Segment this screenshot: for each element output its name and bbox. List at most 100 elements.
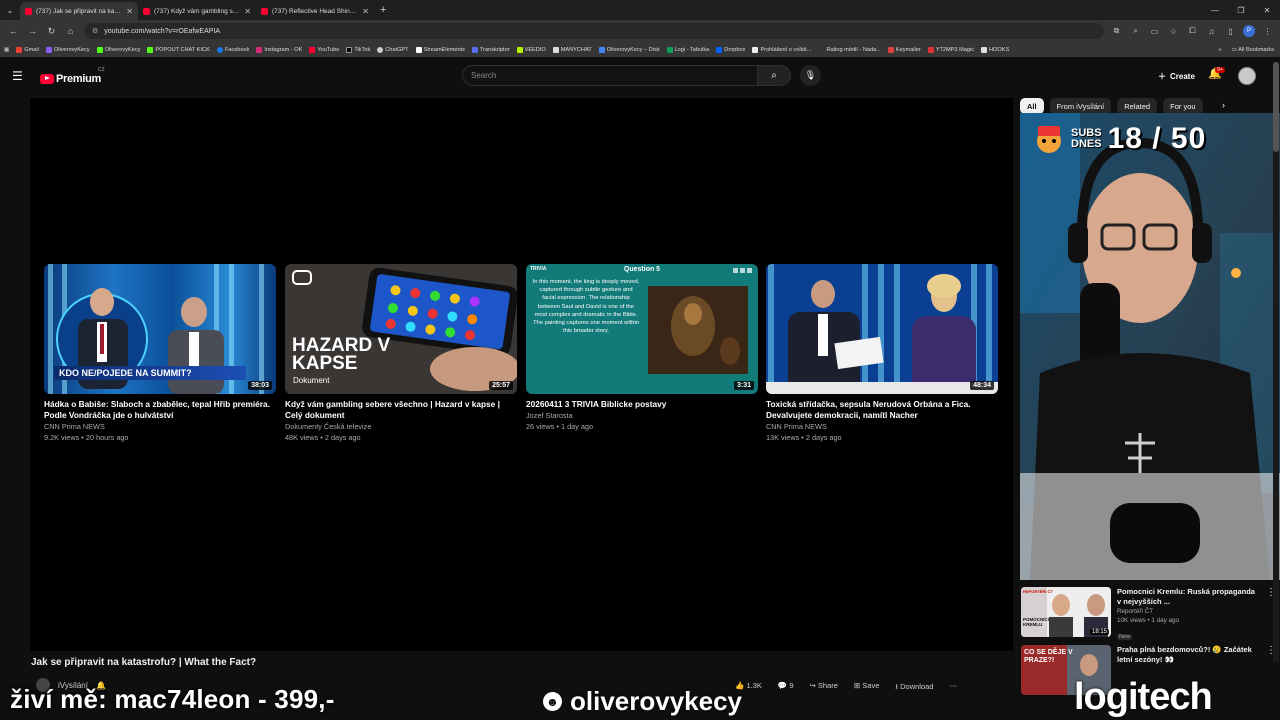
bookmark-item[interactable]: Rating médií - Nada... (818, 46, 881, 53)
youtube-premium-logo[interactable]: Premium (40, 70, 101, 88)
chip-from-channel[interactable]: From iVysílání (1049, 98, 1112, 114)
endscreen-video-card[interactable]: TRIVIA Question 5 In this moment, the ki… (526, 264, 758, 432)
chip-related[interactable]: Related (1117, 98, 1158, 114)
create-button[interactable]: ＋ Create (1150, 66, 1203, 86)
save-button[interactable]: ⊞ Save (854, 681, 880, 694)
comments-button[interactable]: 💬 9 (778, 681, 794, 694)
bookmark-item[interactable]: Logi - Tabulka (666, 46, 709, 53)
video-thumbnail[interactable]: 48:34 (766, 264, 998, 394)
sidebar-video-thumbnail[interactable]: REPORTÉŘI ČT POMOCNÍCI KREMLU 18:15 (1021, 587, 1111, 637)
sidebar-video-title[interactable]: Praha plná bezdomovců?! 😢 Začátek letní … (1117, 645, 1260, 665)
video-title[interactable]: Hádka o Babiše: Slaboch a zbabělec, tepa… (44, 399, 276, 421)
media-icon[interactable]: ♫ (1203, 23, 1220, 40)
search-input[interactable]: Search (462, 65, 758, 86)
webcam-overlay (1020, 113, 1280, 580)
more-actions-icon[interactable]: ⋯ (949, 681, 957, 694)
minimize-icon[interactable]: — (1202, 0, 1228, 20)
reload-icon[interactable]: ↻ (42, 21, 61, 41)
logo-text: Premium (56, 72, 101, 85)
channel-name[interactable]: Dokumenty Česká televize (285, 421, 517, 432)
bookmark-item[interactable]: Instagram - OK (256, 46, 302, 53)
account-avatar[interactable] (1238, 67, 1256, 85)
tab-3[interactable]: (737) Reflective Head Shines Li ✕ (256, 2, 374, 20)
bookmark-item[interactable]: Dropbox (716, 46, 745, 53)
bookmark-star-icon[interactable]: ☆ (1165, 23, 1182, 40)
bookmark-item[interactable]: OliverovyKecy (96, 46, 140, 53)
yt2mp3-icon (927, 46, 934, 53)
channel-name[interactable]: CNN Prima NEWS (766, 421, 998, 432)
apps-icon[interactable]: ▦ (4, 47, 9, 53)
tab-search-icon[interactable]: ⌄ (0, 0, 20, 20)
address-bar[interactable]: ⚙ youtube.com/watch?v=rOEafwEAPIA (84, 23, 1104, 39)
chip-for-you[interactable]: For you (1163, 98, 1203, 114)
maximize-icon[interactable]: ❐ (1228, 0, 1254, 20)
transkriptor-icon (471, 46, 478, 53)
hamburger-menu-icon[interactable]: ☰ (12, 69, 23, 83)
bookmark-item[interactable]: Gmail (16, 46, 39, 53)
video-thumbnail[interactable]: TRIVIA Question 5 In this moment, the ki… (526, 264, 758, 394)
voice-search-button[interactable]: 🎙 (800, 65, 821, 86)
video-player[interactable]: KDO NE/POJEDE NA SUMMIT? 38:03 Hádka o B… (30, 98, 1013, 651)
menu-kebab-icon[interactable]: ⋮ (1259, 23, 1276, 40)
cast-icon[interactable]: ▭ (1146, 23, 1163, 40)
video-meta: 10K views • 1 day ago (1117, 617, 1180, 624)
endscreen-video-card[interactable]: KDO NE/POJEDE NA SUMMIT? 38:03 Hádka o B… (44, 264, 276, 443)
channel-name[interactable]: CNN Prima NEWS (44, 421, 276, 432)
more-bookmarks-icon[interactable]: » (1219, 47, 1222, 53)
tab-2[interactable]: (737) Když vám gambling sebe ✕ (138, 2, 256, 20)
bookmark-item[interactable]: MANYCHAT (552, 46, 592, 53)
profile-avatar[interactable]: P (1243, 24, 1255, 37)
video-title[interactable]: 20260411 3 TRIVIA Biblicke postavy (526, 399, 758, 410)
bookmark-item[interactable]: OliverovyKecy – Disk (598, 46, 660, 53)
close-tab-icon[interactable]: ✕ (244, 7, 251, 16)
video-title[interactable]: Když vám gambling sebere všechno | Hazar… (285, 399, 517, 421)
tab-1[interactable]: (737) Jak se připravit na katastr ✕ (20, 2, 138, 20)
video-title[interactable]: Toxická střídačka, sepsula Nerudová Orbá… (766, 399, 998, 421)
bookmark-item[interactable]: VEEDIO (516, 46, 546, 53)
new-tab-icon[interactable]: + (380, 4, 386, 16)
bookmark-item[interactable]: YouTube (309, 46, 339, 53)
video-thumbnail[interactable]: HAZARD V KAPSE Dokument 25:57 (285, 264, 517, 394)
tab-title: (737) Reflective Head Shines Li (272, 7, 359, 15)
bookmark-item[interactable]: POPOUT CHAT KICK (147, 46, 210, 53)
bookmark-item[interactable]: Prohlášení o volbě... (752, 46, 811, 53)
bookmark-item[interactable]: ChatGPT (377, 46, 409, 53)
close-window-icon[interactable]: ✕ (1254, 0, 1280, 20)
bookmark-item[interactable]: TikTok (346, 46, 370, 53)
chevron-right-icon[interactable]: › (1222, 100, 1225, 110)
close-tab-icon[interactable]: ✕ (126, 7, 133, 16)
zoom-icon[interactable]: ⌕ (1127, 23, 1144, 40)
share-button[interactable]: ↪ Share (809, 681, 837, 694)
all-bookmarks[interactable]: ▭ All Bookmarks (1232, 47, 1274, 53)
back-icon[interactable]: ← (4, 21, 23, 41)
video-thumbnail[interactable]: KDO NE/POJEDE NA SUMMIT? 38:03 (44, 264, 276, 394)
site-info-icon[interactable]: ⚙ (92, 27, 98, 35)
bookmark-item[interactable]: YT2MP3 Magic (927, 46, 974, 53)
bookmark-item[interactable]: Facebook (216, 46, 249, 53)
download-button[interactable]: ⭳ Download (895, 681, 933, 694)
bookmark-icon (818, 46, 825, 53)
sidebar-video-item[interactable]: REPORTÉŘI ČT POMOCNÍCI KREMLU 18:15 Pomo… (1021, 587, 1276, 643)
drive-icon (598, 46, 605, 53)
video-duration: 25:57 (489, 381, 513, 390)
endscreen-video-card[interactable]: HAZARD V KAPSE Dokument 25:57 Když vám g… (285, 264, 517, 443)
sidebar-video-title[interactable]: Pomocnici Kremlu: Ruská propaganda v nej… (1117, 587, 1260, 607)
scrollbar-thumb[interactable] (1273, 62, 1279, 152)
bookmark-item[interactable]: Keymailer (887, 46, 921, 53)
channel-name[interactable]: Reportéři ČT (1117, 607, 1260, 616)
bookmark-item[interactable]: StreamElements (415, 46, 465, 53)
home-icon[interactable]: ⌂ (61, 21, 80, 41)
page-scrollbar[interactable] (1273, 62, 1279, 662)
bookmark-item[interactable]: OliverovyKecy (45, 46, 90, 53)
channel-name[interactable]: Jozef Starosta (526, 410, 758, 421)
chip-all[interactable]: All (1020, 98, 1044, 114)
extensions-icon[interactable]: ⧠ (1184, 23, 1201, 40)
close-tab-icon[interactable]: ✕ (362, 7, 369, 16)
bookmark-item[interactable]: Transkriptor (471, 46, 510, 53)
forward-icon[interactable]: → (23, 21, 42, 41)
search-button[interactable]: ⌕ (757, 65, 791, 86)
sidebar-icon[interactable]: ▯ (1222, 23, 1239, 40)
translate-icon[interactable]: ⧉ (1108, 23, 1125, 40)
bookmark-item[interactable]: HOOKS (981, 46, 1009, 53)
endscreen-video-card[interactable]: 48:34 Toxická střídačka, sepsula Nerudov… (766, 264, 998, 443)
